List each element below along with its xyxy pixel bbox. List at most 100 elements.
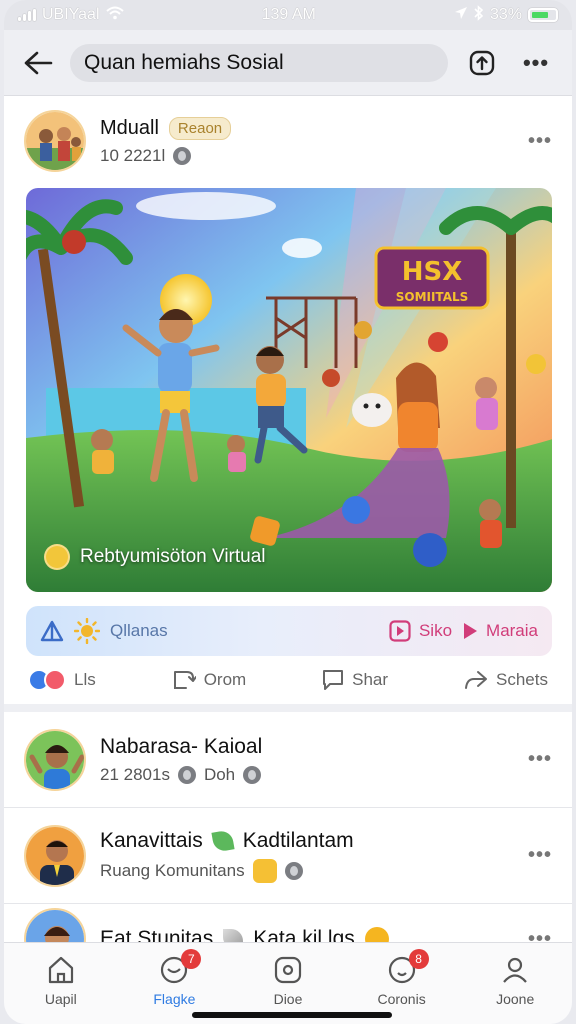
- send-label: Schets: [496, 670, 548, 689]
- list-author-row: Kanavittais Kadtilantam: [100, 829, 514, 853]
- tab-flagke[interactable]: 7 Flagke: [129, 949, 219, 1007]
- arrow-left-icon: [24, 51, 53, 74]
- tab-badge: 7: [181, 949, 202, 969]
- strip-item-siko[interactable]: Siko: [389, 620, 452, 642]
- sun-icon: [74, 618, 100, 644]
- upload-icon: [469, 50, 495, 75]
- feed: Mduall Reaon 10 2221l ••• HSX SOMIITALS …: [4, 96, 572, 974]
- list-author-row: Nabarasa- Kaioal: [100, 735, 514, 759]
- like-label: Lls: [74, 670, 96, 689]
- post-image[interactable]: HSX SOMIITALS Rebtyumisöton Virtual: [26, 188, 552, 592]
- tab-dioe-label: Dioe: [273, 991, 303, 1007]
- tab-dioe[interactable]: Dioe: [243, 955, 333, 1007]
- list-item[interactable]: Nabarasa- Kaioal 21 2801s Doh •••: [4, 712, 572, 808]
- post-more-button[interactable]: •••: [528, 130, 552, 153]
- gamepad-icon: [274, 956, 302, 984]
- tab-flagke-label: Flagke: [153, 991, 196, 1007]
- list-author: Nabarasa- Kaioal: [100, 734, 263, 758]
- globe-icon: [284, 861, 303, 880]
- strip-right-group: Siko Maraia: [389, 620, 538, 642]
- tent-icon: [40, 620, 64, 642]
- image-caption: Rebtyumisöton Virtual: [44, 544, 266, 570]
- comment-button[interactable]: Orom: [172, 669, 247, 691]
- post-illustration: HSX SOMIITALS: [26, 188, 552, 592]
- post-header: Mduall Reaon 10 2221l •••: [4, 96, 572, 176]
- caption-icon: [44, 544, 70, 570]
- person-icon: [503, 957, 528, 983]
- image-banner-line1: HSX: [402, 257, 463, 287]
- clock: 139 AM: [261, 6, 316, 23]
- globe-icon: [173, 146, 192, 165]
- list-time: 21 2801s: [100, 764, 170, 784]
- avatar[interactable]: [24, 110, 86, 172]
- post-meta: Kanavittais Kadtilantam Ruang Komunitans: [100, 829, 514, 883]
- phone-screen: UBIYaal 139 AM 33% Quan hemiahs Sosial •…: [4, 0, 572, 1024]
- tab-profile-label: Joone: [496, 991, 535, 1007]
- strip-item-maraia-label: Maraia: [486, 621, 538, 640]
- status-badge: Reaon: [168, 116, 232, 140]
- share-label: Shar: [352, 670, 389, 689]
- play-icon: [464, 623, 478, 639]
- reaction-emojis: [28, 669, 66, 691]
- more-button[interactable]: •••: [516, 43, 556, 83]
- post-author-row: Mduall Reaon: [100, 116, 514, 140]
- strip-item-maraia[interactable]: Maraia: [462, 621, 538, 641]
- leaf-icon: [211, 828, 235, 853]
- back-button[interactable]: [20, 45, 56, 81]
- bluetooth-icon: [474, 4, 484, 26]
- list-item[interactable]: Kanavittais Kadtilantam Ruang Komunitans…: [4, 808, 572, 904]
- strip-left-item[interactable]: Qllanas: [40, 618, 168, 644]
- community-icon: [252, 858, 277, 883]
- post-meta: Nabarasa- Kaioal 21 2801s Doh: [100, 735, 514, 785]
- home-icon: [48, 956, 73, 984]
- page-title-pill[interactable]: Quan hemiahs Sosial: [70, 43, 448, 82]
- chat-icon: [323, 670, 344, 690]
- list-meta-row: Ruang Komunitans: [100, 858, 514, 883]
- tab-profile[interactable]: Joone: [470, 955, 560, 1007]
- image-banner-line2: SOMIITALS: [396, 290, 469, 304]
- list-author: Kanavittais: [100, 828, 203, 852]
- signal-icon: [18, 9, 36, 21]
- list-more-button[interactable]: •••: [528, 748, 552, 771]
- wifi-icon: [105, 6, 124, 25]
- status-right: 33%: [454, 4, 558, 26]
- bottom-tab-bar: Uapil 7 Flagke Dioe 8 Coronis Joone: [4, 942, 572, 1024]
- tab-home[interactable]: Uapil: [16, 955, 106, 1007]
- avatar[interactable]: [24, 728, 86, 791]
- strip-left-label: Qllanas: [110, 621, 168, 640]
- tab-coronis-label: Coronis: [377, 991, 426, 1007]
- more-dots-icon: •••: [522, 49, 550, 75]
- home-indicator: [192, 1012, 392, 1018]
- tab-coronis[interactable]: 8 Coronis: [357, 949, 447, 1007]
- post-time-row: 10 2221l: [100, 146, 514, 166]
- status-bar: UBIYaal 139 AM 33%: [4, 0, 572, 30]
- share-action-button[interactable]: Shar: [322, 669, 388, 691]
- post-actions: Lls Orom Shar Schets: [4, 656, 572, 712]
- avatar[interactable]: [24, 824, 86, 887]
- image-caption-text: Rebtyumisöton Virtual: [80, 546, 266, 567]
- list-extra: Doh: [203, 764, 236, 784]
- forward-arrow-icon: [465, 671, 488, 689]
- page-title: Quan hemiahs Sosial: [84, 50, 284, 74]
- comment-label: Orom: [203, 670, 247, 689]
- globe-icon: [177, 765, 196, 784]
- send-button[interactable]: Schets: [464, 669, 548, 691]
- play-square-icon: [389, 620, 411, 642]
- list-more-button[interactable]: •••: [528, 844, 552, 867]
- tab-badge: 8: [408, 949, 429, 969]
- list-author-suffix: Kadtilantam: [242, 828, 354, 852]
- battery-percent: 33%: [489, 6, 522, 23]
- post-time: 10 2221l: [100, 145, 166, 165]
- list-meta-row: 21 2801s Doh: [100, 765, 514, 785]
- post-meta: Mduall Reaon 10 2221l: [100, 116, 514, 166]
- app-header: Quan hemiahs Sosial •••: [4, 30, 572, 96]
- status-left: UBIYaal: [18, 6, 124, 25]
- battery-icon: [528, 8, 558, 22]
- repeat-icon: [173, 671, 196, 689]
- post-author[interactable]: Mduall: [100, 117, 159, 140]
- list-extra: Ruang Komunitans: [100, 860, 245, 880]
- like-button[interactable]: Lls: [28, 669, 96, 691]
- share-button[interactable]: [462, 43, 502, 83]
- strip-item-siko-label: Siko: [418, 621, 453, 640]
- love-reaction-icon: [44, 669, 66, 691]
